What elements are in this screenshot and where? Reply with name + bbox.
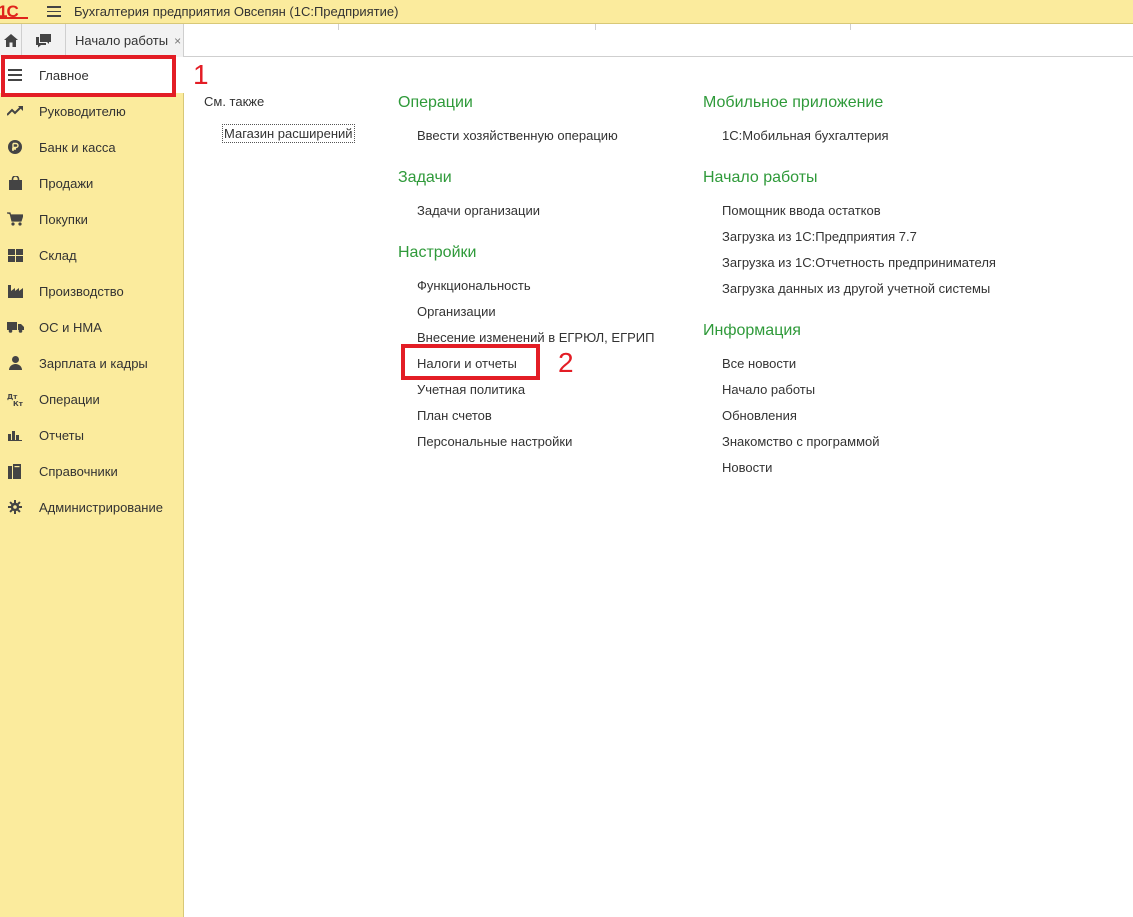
link-all-news[interactable]: Все новости	[722, 356, 796, 371]
window-title: Бухгалтерия предприятия Овсепян (1С:Пред…	[74, 4, 399, 19]
sidebar-item-salary[interactable]: Зарплата и кадры	[0, 345, 184, 381]
link-personal-settings[interactable]: Персональные настройки	[417, 434, 572, 449]
truck-icon	[0, 309, 30, 345]
sidebar-item-operations[interactable]: Дт Кт Операции	[0, 381, 184, 417]
tab-label: Начало работы	[75, 33, 169, 48]
sidebar-item-sales[interactable]: Продажи	[0, 165, 184, 201]
link-organization-tasks[interactable]: Задачи организации	[417, 203, 540, 218]
link-functionality[interactable]: Функциональность	[417, 278, 531, 293]
logo-1c[interactable]: 1С	[0, 0, 32, 24]
start-page-content: См. также Магазин расширений Операции Вв…	[184, 57, 1133, 917]
link-getting-started[interactable]: Начало работы	[722, 382, 815, 397]
ruble-icon	[0, 129, 30, 165]
logo-text: 1С	[0, 1, 19, 21]
factory-icon	[0, 273, 30, 309]
sidebar-item-reports[interactable]: Отчеты	[0, 417, 184, 453]
dt-kt-icon: Дт Кт	[0, 381, 30, 417]
link-news[interactable]: Новости	[722, 460, 772, 475]
sidebar-item-label: Администрирование	[39, 499, 163, 515]
section-title-tasks: Задачи	[398, 169, 452, 186]
home-icon	[3, 34, 18, 47]
sidebar-item-label: Зарплата и кадры	[39, 355, 148, 371]
link-updates[interactable]: Обновления	[722, 408, 797, 423]
svg-text:Кт: Кт	[13, 400, 23, 406]
see-also-title: См. также	[204, 94, 265, 109]
sidebar-item-label: Банк и касса	[39, 139, 116, 155]
link-mobile-accounting[interactable]: 1С:Мобильная бухгалтерия	[722, 128, 889, 143]
sidebar-item-label: Покупки	[39, 211, 88, 227]
link-program-intro[interactable]: Знакомство с программой	[722, 434, 880, 449]
annotation-number-1: 1	[193, 59, 209, 90]
link-balance-wizard[interactable]: Помощник ввода остатков	[722, 203, 881, 218]
sidebar-item-label: ОС и НМА	[39, 319, 102, 335]
sidebar-item-label: Склад	[39, 247, 77, 263]
extensions-store-link[interactable]: Магазин расширений	[222, 124, 355, 143]
link-import-1c77[interactable]: Загрузка из 1С:Предприятия 7.7	[722, 229, 917, 244]
sidebar-item-warehouse[interactable]: Склад	[0, 237, 184, 273]
person-icon	[0, 345, 30, 381]
sidebar-item-catalogs[interactable]: Справочники	[0, 453, 184, 489]
sidebar-item-purchases[interactable]: Покупки	[0, 201, 184, 237]
link-import-other-system[interactable]: Загрузка данных из другой учетной систем…	[722, 281, 990, 296]
sidebar-item-fixed-assets[interactable]: ОС и НМА	[0, 309, 184, 345]
shopping-bag-icon	[0, 165, 30, 201]
tab-start-page[interactable]: Начало работы ×	[66, 24, 184, 57]
link-accounting-policy[interactable]: Учетная политика	[417, 382, 525, 397]
sidebar-item-bank[interactable]: Банк и касса	[0, 129, 184, 165]
section-title-mobile-app: Мобильное приложение	[703, 94, 884, 111]
link-chart-of-accounts[interactable]: План счетов	[417, 408, 492, 423]
section-title-settings: Настройки	[398, 244, 477, 261]
home-button[interactable]	[0, 24, 22, 57]
sidebar-item-label: Производство	[39, 283, 124, 299]
discussions-button[interactable]	[22, 24, 66, 57]
chat-icon	[35, 33, 51, 47]
sidebar-item-label: Продажи	[39, 175, 94, 191]
tab-bar-divider	[595, 24, 596, 30]
sidebar-item-label: Операции	[39, 391, 100, 407]
link-organizations[interactable]: Организации	[417, 304, 496, 319]
tab-bar-divider	[850, 24, 851, 30]
section-title-operations: Операции	[398, 94, 473, 111]
sections-panel: Главное Руководителю Банк и касса Продаж…	[0, 57, 184, 917]
sidebar-item-director[interactable]: Руководителю	[0, 93, 184, 129]
tab-close-icon[interactable]: ×	[174, 34, 181, 48]
annotation-box-2	[401, 344, 540, 380]
sidebar-item-label: Руководителю	[39, 103, 126, 119]
link-import-entrepreneur[interactable]: Загрузка из 1С:Отчетность предпринимател…	[722, 255, 996, 270]
section-title-getting-started: Начало работы	[703, 169, 818, 186]
sidebar-item-label: Справочники	[39, 463, 118, 479]
main-menu-icon[interactable]	[42, 0, 66, 24]
books-icon	[0, 453, 30, 489]
trend-up-icon	[0, 93, 30, 129]
link-enter-operation[interactable]: Ввести хозяйственную операцию	[417, 128, 618, 143]
gear-icon	[0, 489, 30, 525]
tab-bar-divider	[338, 24, 339, 30]
cart-icon	[0, 201, 30, 237]
section-title-information: Информация	[703, 322, 801, 339]
sidebar-item-administration[interactable]: Администрирование	[0, 489, 184, 525]
warehouse-icon	[0, 237, 30, 273]
sidebar-item-production[interactable]: Производство	[0, 273, 184, 309]
annotation-number-2: 2	[558, 347, 574, 378]
bar-chart-icon	[0, 417, 30, 453]
sidebar-item-label: Отчеты	[39, 427, 84, 443]
link-egrul-changes[interactable]: Внесение изменений в ЕГРЮЛ, ЕГРИП	[417, 330, 654, 345]
tab-bar: Начало работы ×	[0, 24, 1133, 57]
title-bar: 1С Бухгалтерия предприятия Овсепян (1С:П…	[0, 0, 1133, 24]
annotation-box-1	[1, 55, 176, 97]
